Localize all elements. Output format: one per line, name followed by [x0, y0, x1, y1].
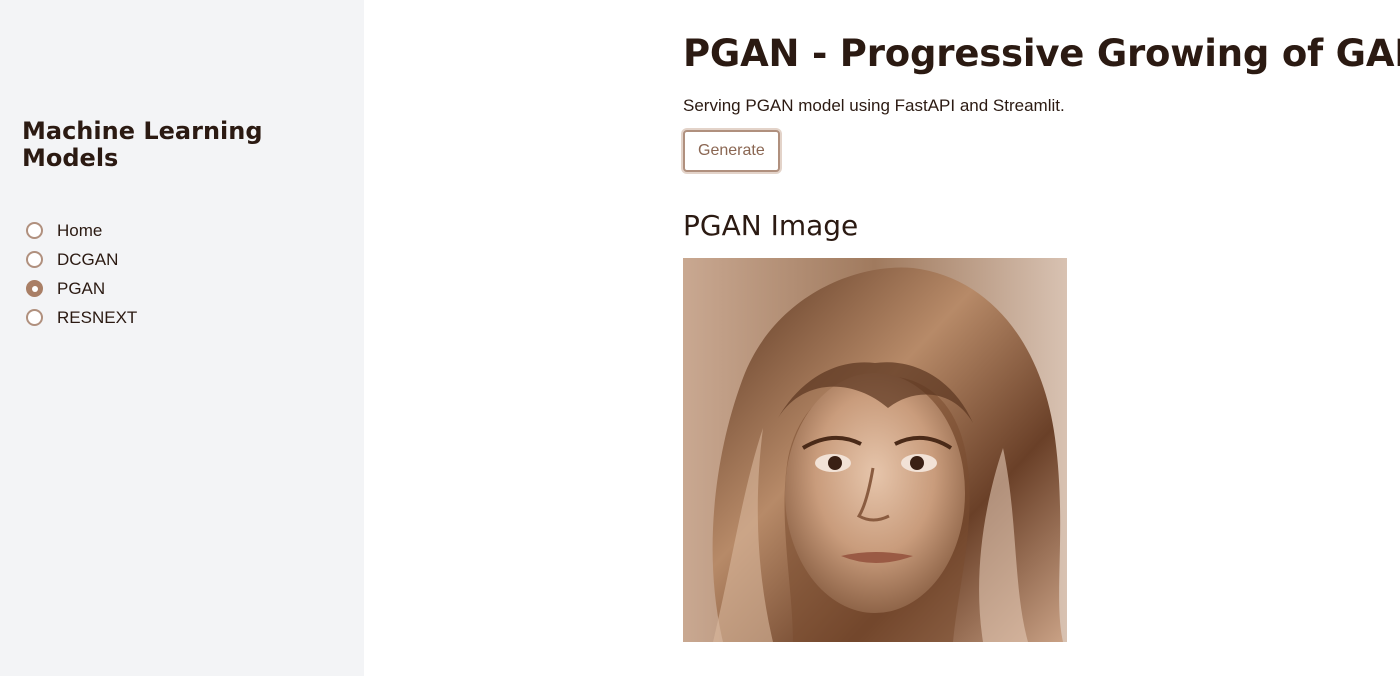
generate-button[interactable]: Generate — [683, 130, 780, 172]
radio-option-home[interactable]: Home — [22, 216, 364, 245]
radio-option-resnext[interactable]: RESNEXT — [22, 303, 364, 332]
image-section-heading: PGAN Image — [683, 209, 859, 242]
radio-label-home: Home — [57, 220, 103, 240]
radio-button-dcgan[interactable] — [26, 251, 43, 268]
page-description: Serving PGAN model using FastAPI and Str… — [683, 96, 1065, 115]
radio-button-pgan[interactable] — [26, 280, 43, 297]
generated-face-drawing — [683, 258, 1067, 642]
sidebar-title: Machine Learning Models — [22, 117, 263, 172]
radio-option-pgan[interactable]: PGAN — [22, 274, 364, 303]
app-root: Machine Learning Models Home DCGAN PGAN … — [0, 0, 1400, 676]
radio-label-resnext: RESNEXT — [57, 307, 138, 327]
main-panel: PGAN - Progressive Growing of GANS Servi… — [364, 0, 1400, 676]
page-title: PGAN - Progressive Growing of GANS — [683, 32, 1400, 75]
model-radio-group: Home DCGAN PGAN RESNEXT — [22, 216, 364, 332]
radio-button-home[interactable] — [26, 222, 43, 239]
sidebar: Machine Learning Models Home DCGAN PGAN … — [0, 0, 364, 676]
generated-face-image — [683, 258, 1067, 642]
radio-button-resnext[interactable] — [26, 309, 43, 326]
main-content: PGAN - Progressive Growing of GANS Servi… — [683, 28, 1400, 642]
radio-option-dcgan[interactable]: DCGAN — [22, 245, 364, 274]
radio-label-dcgan: DCGAN — [57, 249, 119, 269]
radio-label-pgan: PGAN — [57, 278, 106, 298]
